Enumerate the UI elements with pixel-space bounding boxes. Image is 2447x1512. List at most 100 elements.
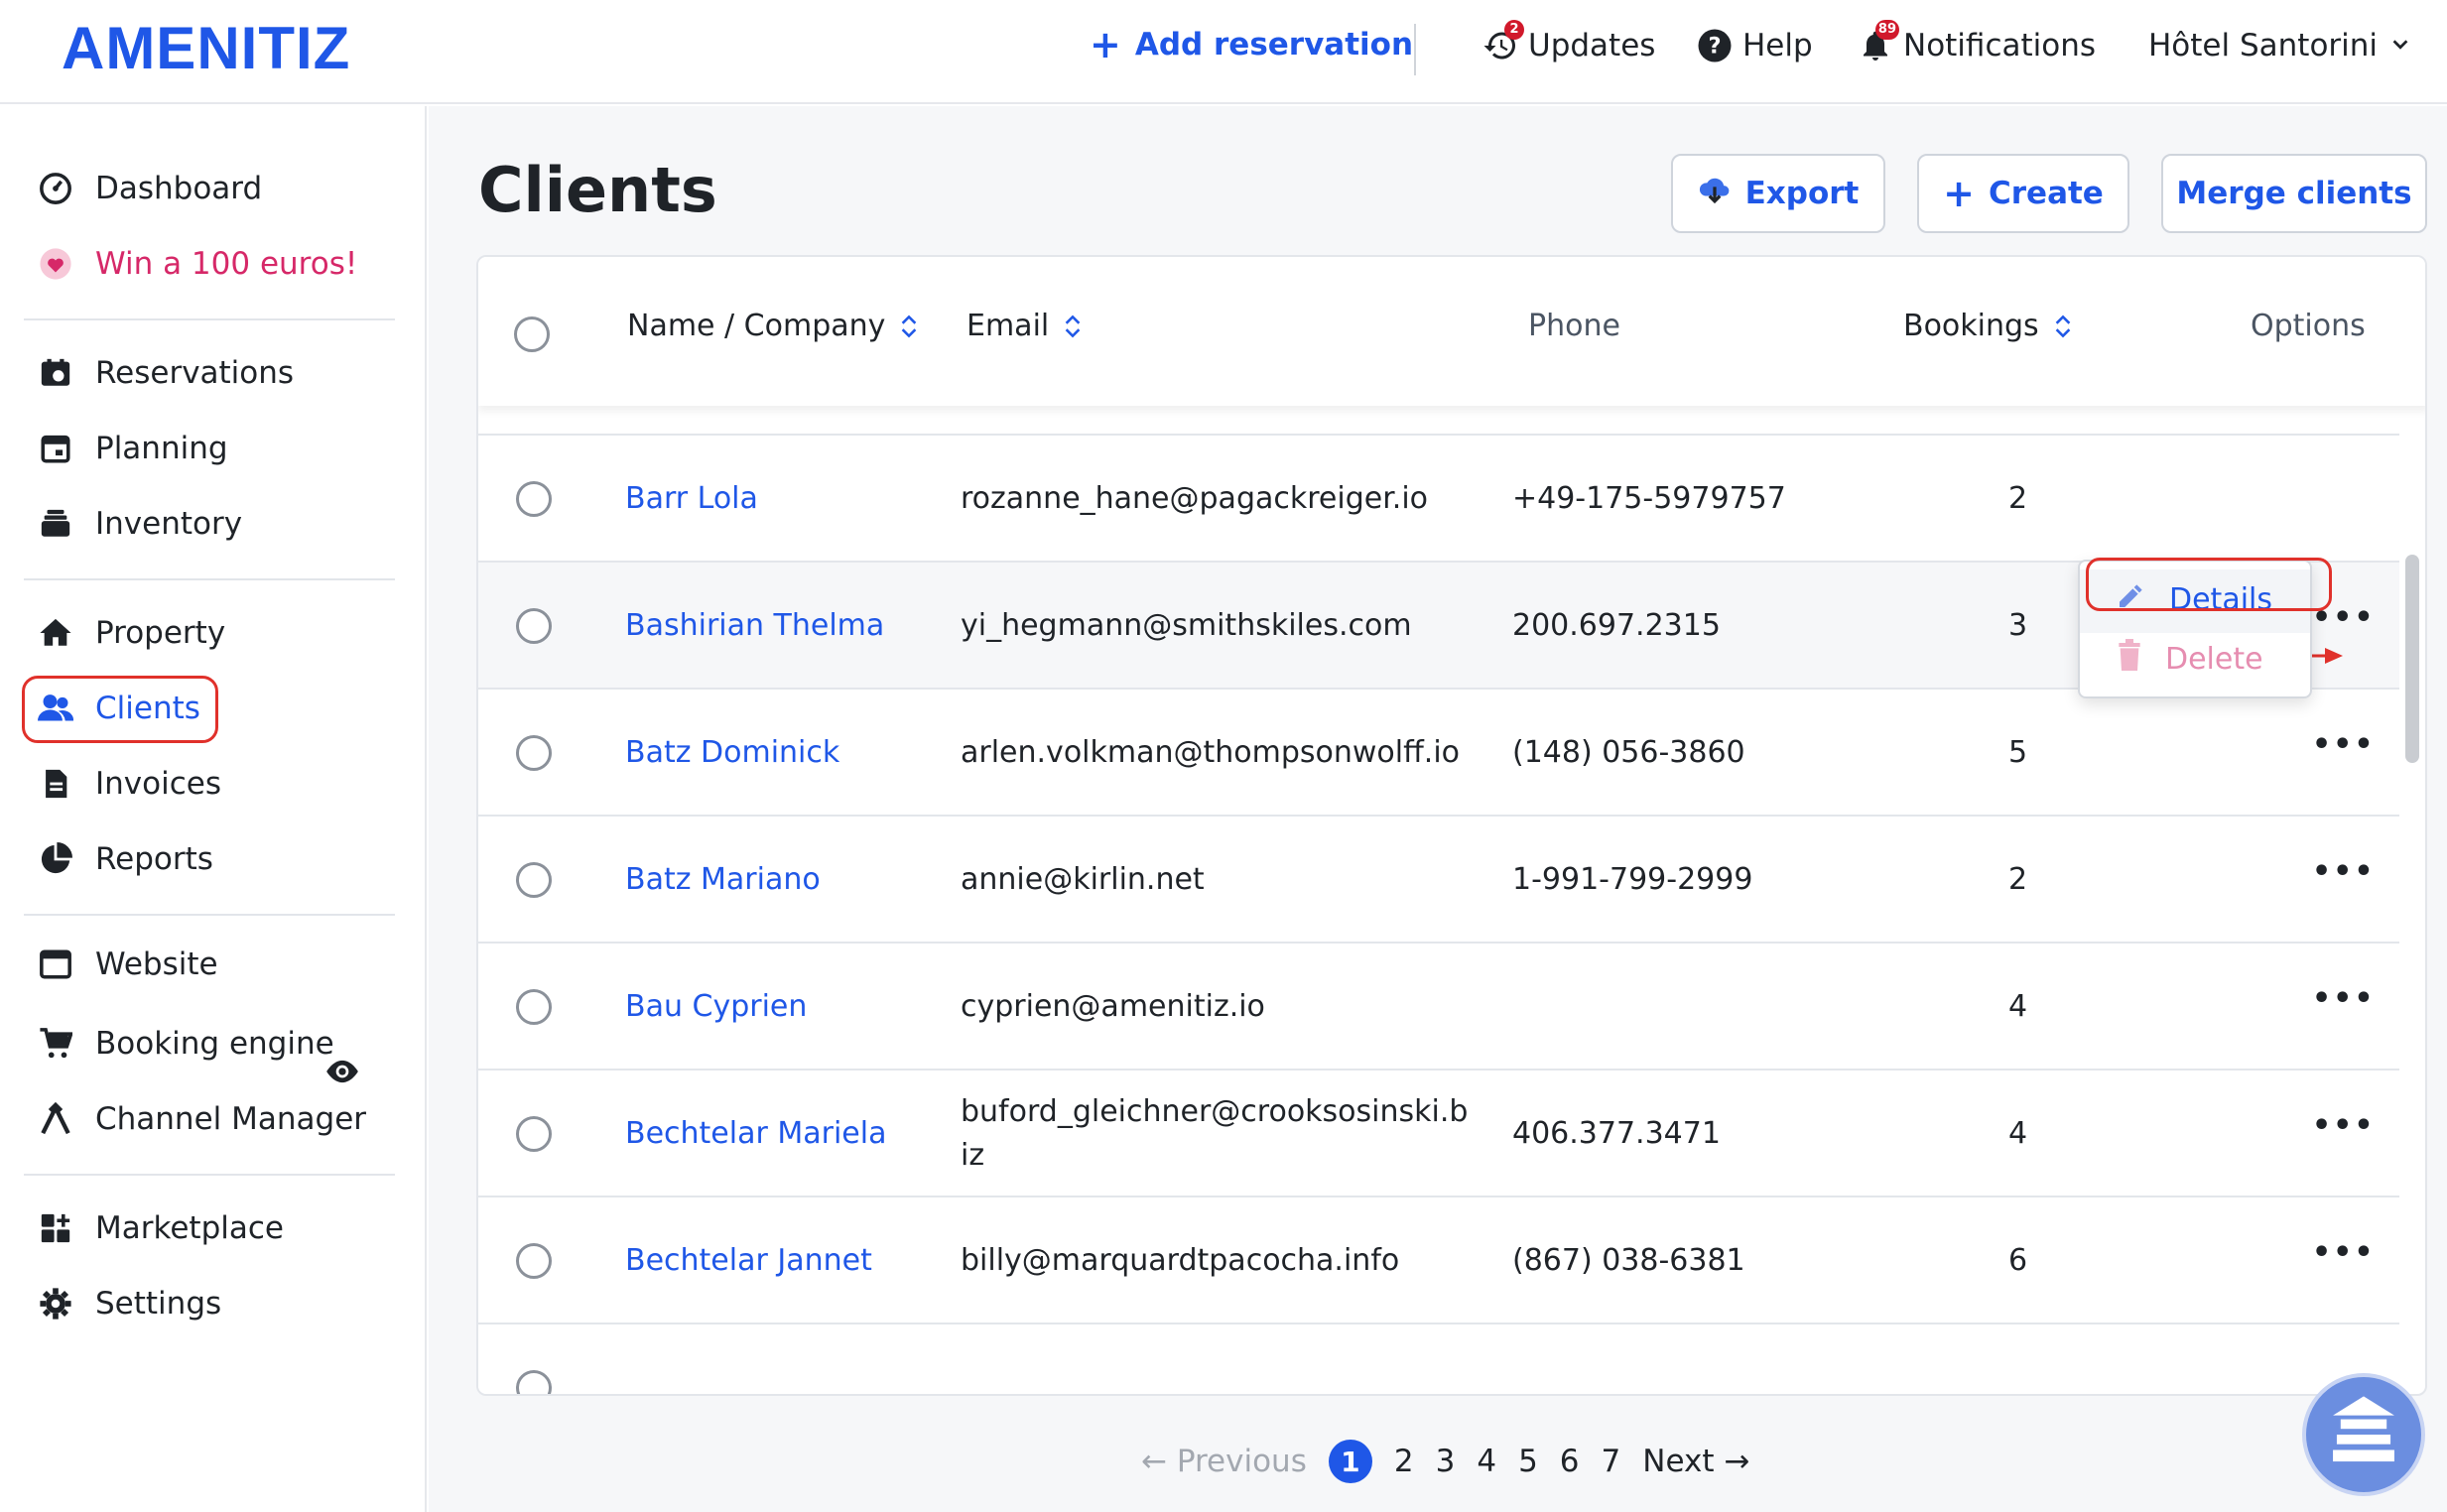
page-button[interactable]: 3 [1436,1444,1456,1479]
page-button[interactable]: 4 [1477,1444,1496,1479]
updates-badge: 2 [1504,20,1524,40]
row-select-radio[interactable] [516,608,552,644]
sidebar-item-label: Reports [95,841,213,877]
page-button[interactable]: 7 [1602,1444,1621,1479]
export-button[interactable]: Export [1671,154,1885,233]
sidebar-item-label: Settings [95,1286,222,1322]
client-name-link[interactable]: Bechtelar Jannet [625,1243,872,1278]
arrow-left-icon: ← [1141,1444,1167,1479]
table-row[interactable]: Bechtelar Mariela buford_gleichner@crook… [478,1069,2399,1196]
sidebar: Dashboard Win a 100 euros! Reservations … [0,106,427,1512]
more-options-icon[interactable]: ••• [2312,981,2376,1016]
client-name-link[interactable]: Batz Dominick [625,735,839,770]
column-label: Options [2251,309,2366,343]
table-row[interactable]: Batz Dominick arlen.volkman@thompsonwolf… [478,688,2399,815]
table-row[interactable] [478,1323,2399,1394]
sidebar-item-dashboard[interactable]: Dashboard [38,164,262,213]
sidebar-item-label: Property [95,615,226,651]
column-name-header[interactable]: Name / Company [627,309,917,343]
sidebar-item-channel-manager[interactable]: Channel Manager [38,1094,366,1144]
sidebar-item-property[interactable]: Property [38,608,225,658]
next-page-button[interactable]: Next → [1642,1444,1749,1479]
previous-page-button[interactable]: ← Previous [1141,1444,1307,1479]
inventory-icon [38,506,73,542]
select-all-radio[interactable] [514,316,550,352]
client-bookings: 3 [2008,608,2028,643]
page-button[interactable]: 5 [1518,1444,1538,1479]
client-phone: 200.697.2315 [1512,608,1721,643]
sidebar-item-inventory[interactable]: Inventory [38,499,242,549]
client-name-link[interactable]: Bau Cyprien [625,989,807,1024]
svg-text:?: ? [1708,34,1721,60]
sidebar-item-promo[interactable]: Win a 100 euros! [38,239,357,289]
amenitiz-logo[interactable]: AMENITIZ [62,14,350,82]
client-bookings: 4 [2008,1116,2028,1151]
page-button[interactable]: 6 [1560,1444,1580,1479]
row-select-radio[interactable] [516,989,552,1025]
merge-clients-button[interactable]: Merge clients [2161,154,2427,233]
pagination: ← Previous 1 2 3 4 5 6 7 Next → [1141,1432,1749,1491]
column-label: Phone [1528,309,1620,343]
more-options-icon[interactable]: ••• [2312,727,2376,762]
sidebar-item-website[interactable]: Website [38,940,218,989]
sidebar-divider [24,578,395,580]
next-label: Next [1642,1444,1715,1479]
column-email-header[interactable]: Email [966,309,1081,343]
sidebar-item-booking-engine[interactable]: Booking engine [38,1019,334,1069]
more-options-icon[interactable]: ••• [2312,1235,2376,1270]
sidebar-divider [24,1174,395,1176]
hotel-selector[interactable]: Hôtel Santorini [2148,28,2411,63]
client-email: buford_gleichner@crooksosinski.b iz [961,1094,1469,1173]
client-phone: 406.377.3471 [1512,1116,1721,1151]
create-button[interactable]: + Create [1917,154,2129,233]
client-bookings: 4 [2008,989,2028,1024]
row-select-radio[interactable] [516,1370,552,1394]
page-button[interactable]: 2 [1394,1444,1414,1479]
notifications-button[interactable]: 89 Notifications [1858,20,2096,63]
client-name-link[interactable]: Barr Lola [625,481,758,516]
row-select-radio[interactable] [516,735,552,771]
sidebar-item-settings[interactable]: Settings [38,1279,221,1328]
sidebar-item-reservations[interactable]: Reservations [38,348,294,398]
table-row[interactable]: Bechtelar Jannet billy@marquardtpacocha.… [478,1196,2399,1323]
help-button[interactable]: ? Help [1697,28,1813,63]
delete-menu-item[interactable]: Delete [2116,639,2263,679]
row-select-radio[interactable] [516,862,552,898]
sidebar-divider [24,914,395,916]
column-label: Email [966,309,1050,343]
page-button-current[interactable]: 1 [1328,1440,1372,1483]
sidebar-item-planning[interactable]: Planning [38,424,228,473]
client-name-link[interactable]: Batz Mariano [625,862,821,897]
support-icon [2333,1396,2394,1462]
table-row[interactable]: Bau Cyprien cyprien@amenitiz.io 4 ••• [478,942,2399,1069]
table-scrollbar[interactable] [2405,555,2419,763]
sidebar-item-invoices[interactable]: Invoices [38,759,221,809]
header-divider [1414,24,1416,75]
chat-help-button[interactable] [2302,1373,2425,1496]
client-name-link[interactable]: Bechtelar Mariela [625,1116,886,1151]
clients-table: Name / Company Email Phone Bookings Opti… [476,255,2427,1396]
updates-button[interactable]: 2 Updates [1482,20,1655,63]
more-options-icon[interactable]: ••• [2312,1108,2376,1143]
table-row[interactable]: Batz Mariano annie@kirlin.net 1-991-799-… [478,815,2399,942]
cloud-download-icon [1698,175,1732,212]
document-icon [38,766,73,802]
clients-highlight [22,676,218,743]
row-select-radio[interactable] [516,1116,552,1152]
sidebar-item-marketplace[interactable]: Marketplace [38,1203,284,1253]
dashboard-icon [38,171,73,206]
row-select-radio[interactable] [516,1243,552,1279]
client-name-link[interactable]: Bashirian Thelma [625,608,884,643]
table-row[interactable]: Barr Lola rozanne_hane@pagackreiger.io +… [478,434,2399,561]
row-select-radio[interactable] [516,481,552,517]
add-reservation-button[interactable]: + Add reservation [1090,26,1413,63]
client-bookings: 5 [2008,735,2028,770]
column-label: Name / Company [627,309,886,343]
merge-label: Merge clients [2176,176,2412,211]
client-email: billy@marquardtpacocha.info [961,1243,1400,1278]
column-bookings-header[interactable]: Bookings [1903,309,2071,343]
more-options-icon[interactable]: ••• [2312,854,2376,889]
sidebar-item-reports[interactable]: Reports [38,834,213,884]
create-label: Create [1989,176,2104,211]
sidebar-item-label: Booking engine [95,1026,334,1062]
